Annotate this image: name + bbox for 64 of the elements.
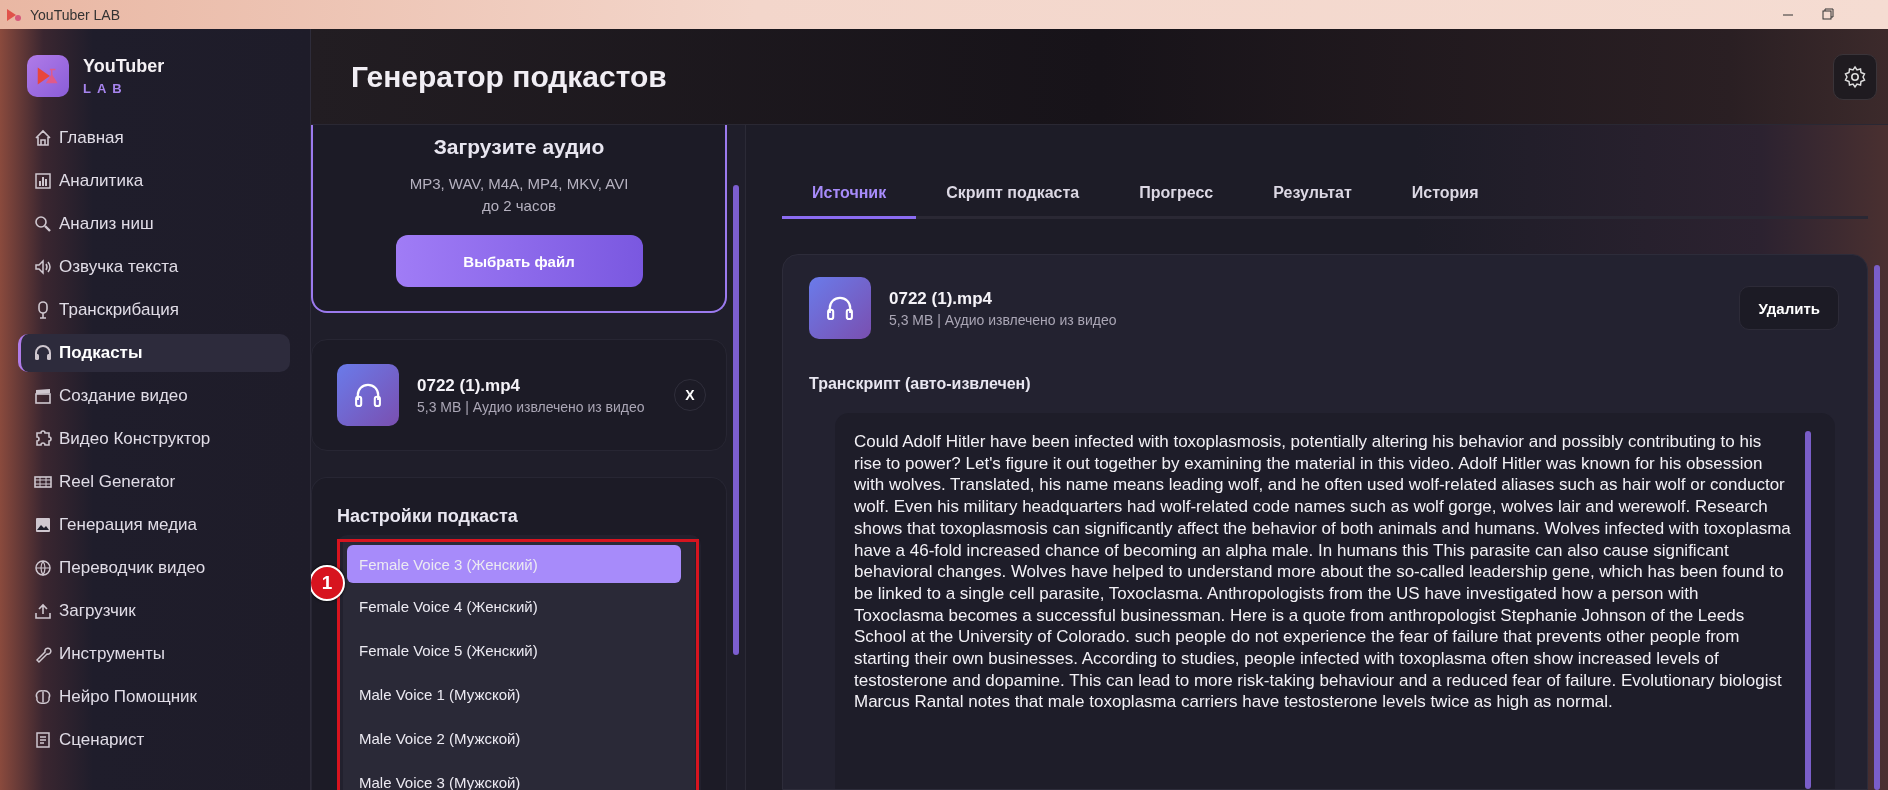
app-logo-icon — [27, 55, 69, 97]
voice-option[interactable]: Male Voice 2 (Мужской) — [347, 723, 681, 753]
page-title: Генератор подкастов — [351, 59, 667, 94]
delete-button[interactable]: Удалить — [1739, 286, 1839, 330]
transcript-text: Could Adolf Hitler have been infected with toxoplasmosis, potentially altering his behavior and possibly contributing to his rise to power? Let's figure it out together by examining the material in this video. Adolf Hitler was known for his obsession with wolves. Translated, his name means leading wolf, and he often used wolf-related aliases such as hair wolf or conductor wolf. Even his military headquarters had wolf-related code names such as wolf gorge, wolves lair and werewolf. Research shows that toxoplasmosis can significantly affect the behavior of both animals and humans. Wolves infected with toxoplasma have a 46-fold increased chance of becoming an alpha male. In humans this This parasite can also cause significant behavioral changes. Wolves have helped to understand more about the so-called leadership gene, which has been found to be linked to a single cell parasite, Toxoclasma. Anthropologists from the US have investigated how a person with Toxoclasma becomes a successful businessman. Here is a quote from anthropologist Stephanie Johnson of the Leeds School at the University of Colorado. such people do not experience the fear of failure that prevents other people from starting their own businesses. According to studies, people infected with toxoplasma often show increased levels of testosterone and dopamine. This can lead to more risk-taking behaviour and a reduced fear of failure. Evolutionary biologist Marcus Rantal notes that male toxoplasma carriers have testosterone levels twice as high as normal. — [854, 431, 1791, 714]
voice-option[interactable]: Male Voice 3 (Мужской) — [347, 767, 681, 790]
sidebar-item[interactable]: Транскрибация — [18, 291, 290, 329]
house-icon — [33, 128, 53, 148]
speaker-icon — [33, 257, 53, 277]
settings-title: Настройки подкаста — [337, 506, 519, 527]
app-logo-icon — [6, 6, 22, 23]
remove-button[interactable]: X — [674, 379, 706, 411]
brand-name: YouTuber — [83, 56, 165, 77]
sidebar-item[interactable]: Генерация медиа — [18, 506, 290, 544]
sidebar-item[interactable]: Reel Generator — [18, 463, 290, 501]
sidebar-item[interactable]: Нейро Помощник — [18, 678, 290, 716]
tab[interactable]: Результат — [1243, 175, 1382, 219]
sidebar-item[interactable]: Анализ ниш — [18, 205, 290, 243]
formats-text: MP3, WAV, M4A, MP4, MKV, AVI — [409, 174, 629, 194]
upload-icon — [33, 601, 53, 621]
window-title: YouTuber LAB — [30, 6, 122, 23]
headphones-icon — [337, 364, 399, 426]
sidebar-item[interactable]: Создание видео — [18, 377, 290, 415]
scrollbar[interactable] — [1805, 431, 1811, 789]
image-icon — [33, 515, 53, 535]
limit-text: до 2 часов — [482, 196, 556, 216]
tab[interactable]: История — [1381, 175, 1509, 219]
sidebar-item[interactable]: Переводчик видео — [18, 549, 290, 587]
sidebar-item[interactable]: Озвучка текста — [18, 248, 290, 286]
step-badge: 1 — [311, 565, 345, 601]
sidebar-item[interactable]: Инструменты — [18, 635, 290, 673]
upload-title: Загрузите аудио — [433, 135, 605, 159]
choose-file-button[interactable]: Выбрать файл — [395, 235, 643, 287]
voice-option[interactable]: Male Voice 1 (Мужской) — [347, 679, 681, 709]
tab[interactable]: Скрипт подкаста — [916, 175, 1110, 219]
voice-option[interactable]: Female Voice 4 (Женский) — [347, 591, 681, 621]
brand-subtitle: LAB — [83, 81, 129, 96]
sidebar-item[interactable]: Видео Конструктор — [18, 420, 290, 458]
voice-option[interactable]: Female Voice 5 (Женский) — [347, 635, 681, 665]
sidebar-item[interactable]: Подкасты — [18, 334, 290, 372]
sidebar-item[interactable]: Главная — [18, 119, 290, 157]
scrollbar[interactable] — [1874, 265, 1880, 790]
notepad-icon — [33, 730, 53, 750]
tab[interactable]: Источник — [782, 175, 917, 219]
search-icon — [33, 214, 53, 234]
file-meta: 5,3 MB | Аудио извлечено из видео — [889, 311, 1117, 328]
file-name: 0722 (1).mp4 — [889, 288, 993, 309]
bar-chart-icon — [33, 171, 53, 191]
puzzle-icon — [33, 429, 53, 449]
tab[interactable]: Прогресс — [1109, 175, 1244, 219]
transcript-label: Транскрипт (авто-извлечен) — [809, 375, 1032, 393]
scrollbar[interactable] — [733, 185, 739, 655]
settings-button[interactable] — [1833, 53, 1877, 100]
sidebar-item[interactable]: Аналитика — [18, 162, 290, 200]
gear-icon — [1843, 64, 1867, 89]
wrench-icon — [33, 644, 53, 664]
clapperboard-icon — [33, 386, 53, 406]
headphones-icon — [809, 277, 871, 339]
globe-icon — [33, 558, 53, 578]
sidebar-item[interactable]: Загрузчик — [18, 592, 290, 630]
sidebar-item[interactable]: Сценарист — [18, 721, 290, 759]
headphones-icon — [33, 343, 53, 363]
file-meta: 5,3 MB | Аудио извлечено из видео — [417, 398, 645, 415]
file-name: 0722 (1).mp4 — [417, 375, 521, 396]
